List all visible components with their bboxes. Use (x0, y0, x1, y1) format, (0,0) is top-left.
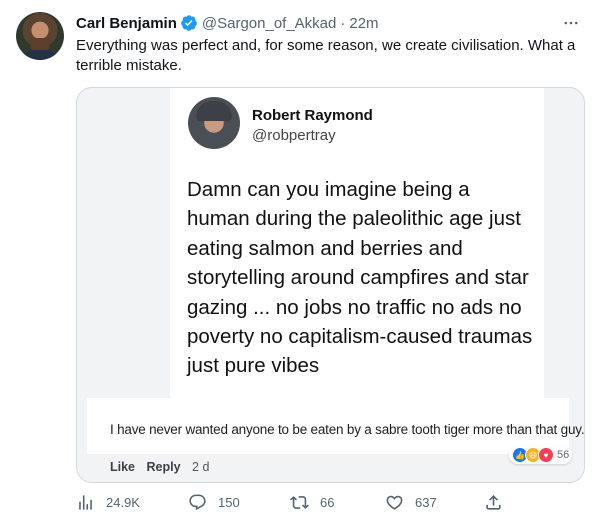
tweet[interactable]: Carl Benjamin @Sargon_of_Akkad · 22m Eve… (0, 0, 598, 523)
like-button[interactable]: 637 (385, 490, 437, 514)
tweet-header: Carl Benjamin @Sargon_of_Akkad · 22m (76, 12, 582, 34)
reply-icon (189, 494, 206, 510)
avatar-hood (196, 101, 232, 121)
reaction-count: 56 (557, 449, 570, 461)
quoted-author-name: Robert Raymond (252, 107, 373, 124)
share-button[interactable] (484, 490, 503, 514)
comment-actions: Like Reply 2 d (110, 460, 217, 474)
comment-text: I have never wanted anyone to be eaten b… (110, 422, 585, 437)
tweet-timestamp[interactable]: 22m (349, 15, 378, 32)
love-reaction-icon: ♥ (538, 447, 554, 463)
comment-reactions: 👍 😆 ♥ 56 (509, 446, 573, 464)
more-options-icon[interactable] (560, 12, 582, 34)
tweet-media-image[interactable]: Robert Raymond @robpertray Damn can you … (76, 87, 585, 483)
tweet-text: Everything was perfect and, for some rea… (76, 37, 576, 74)
verified-badge-icon (180, 14, 198, 32)
quoted-post-text: Damn can you imagine being a human durin… (187, 178, 533, 378)
views-count: 24.9K (106, 494, 140, 510)
quoted-author-avatar (188, 97, 240, 149)
author-name[interactable]: Carl Benjamin (76, 15, 177, 32)
comment-reply-link: Reply (146, 460, 181, 474)
retweet-button[interactable]: 66 (290, 490, 334, 514)
share-icon (486, 494, 501, 510)
comment-area: I have never wanted anyone to be eaten b… (77, 398, 584, 482)
heart-icon (386, 495, 403, 510)
retweet-icon (290, 495, 309, 509)
retweet-count: 66 (320, 494, 335, 510)
quoted-post-card: Robert Raymond @robpertray Damn can you … (170, 88, 544, 398)
reply-button[interactable]: 150 (188, 490, 240, 514)
author-avatar[interactable] (16, 12, 64, 60)
comment-like-link: Like (110, 460, 136, 474)
reply-count: 150 (218, 494, 240, 510)
tweet-action-bar: 24.9K 150 66 637 (76, 490, 506, 514)
views-button[interactable]: 24.9K (76, 490, 140, 514)
author-handle[interactable]: @Sargon_of_Akkad (202, 15, 336, 32)
analytics-icon (79, 494, 92, 510)
avatar-shirt (20, 50, 60, 60)
quoted-author-handle: @robpertray (252, 127, 336, 144)
comment-age: 2 d (192, 460, 210, 474)
separator-dot: · (340, 14, 346, 32)
like-count: 637 (415, 494, 437, 510)
